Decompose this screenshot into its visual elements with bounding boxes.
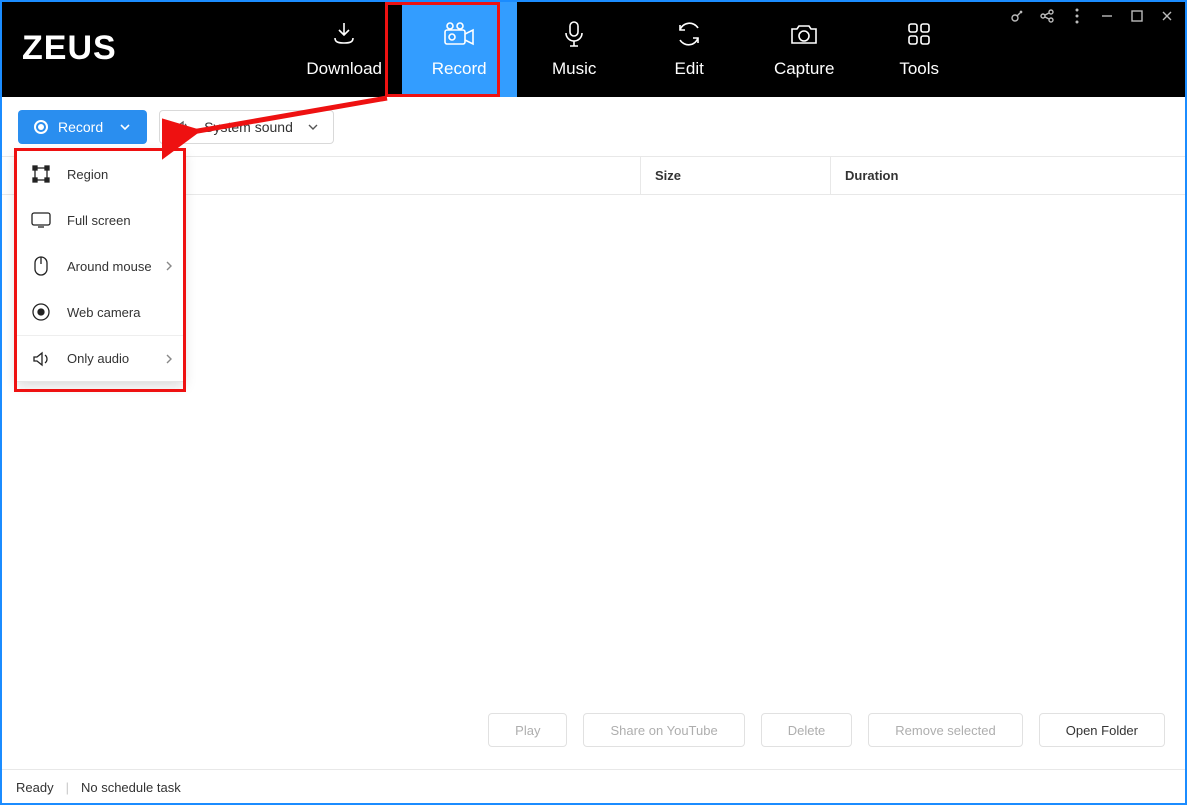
- apps-icon: [906, 19, 932, 49]
- camera-icon: [789, 19, 819, 49]
- bottom-actions: Play Share on YouTube Delete Remove sele…: [488, 713, 1165, 747]
- region-icon: [31, 165, 51, 183]
- window-controls: [1007, 6, 1177, 26]
- maximize-button[interactable]: [1127, 6, 1147, 26]
- nav-label: Download: [306, 59, 382, 79]
- app-header: ZEUS Download Record: [0, 0, 1187, 97]
- nav-music[interactable]: Music: [517, 0, 632, 97]
- menu-item-label: Around mouse: [67, 259, 152, 274]
- menu-item-label: Only audio: [67, 351, 129, 366]
- audio-icon: [31, 350, 51, 368]
- main-nav: Download Record Music: [287, 0, 977, 97]
- share-youtube-button[interactable]: Share on YouTube: [583, 713, 744, 747]
- menu-item-label: Full screen: [67, 213, 131, 228]
- key-icon[interactable]: [1007, 6, 1027, 26]
- open-folder-button[interactable]: Open Folder: [1039, 713, 1165, 747]
- nav-label: Record: [432, 59, 487, 79]
- separator: |: [66, 780, 69, 795]
- column-duration[interactable]: Duration: [830, 157, 1187, 194]
- camcorder-icon: [442, 19, 476, 49]
- share-icon[interactable]: [1037, 6, 1057, 26]
- menu-item-fullscreen[interactable]: Full screen: [17, 197, 183, 243]
- record-button[interactable]: Record: [18, 110, 147, 144]
- menu-icon[interactable]: [1067, 6, 1087, 26]
- menu-item-region[interactable]: Region: [17, 151, 183, 197]
- app-logo: ZEUS: [22, 29, 117, 68]
- sound-source-label: System sound: [204, 119, 293, 135]
- status-bar: Ready | No schedule task: [0, 769, 1187, 805]
- nav-label: Capture: [774, 59, 834, 79]
- chevron-right-icon: [165, 260, 173, 272]
- status-ready: Ready: [16, 780, 54, 795]
- nav-edit[interactable]: Edit: [632, 0, 747, 97]
- nav-download[interactable]: Download: [287, 0, 402, 97]
- nav-record[interactable]: Record: [402, 0, 517, 97]
- nav-capture[interactable]: Capture: [747, 0, 862, 97]
- nav-label: Edit: [675, 59, 704, 79]
- fullscreen-icon: [31, 212, 51, 228]
- menu-item-web-camera[interactable]: Web camera: [17, 289, 183, 335]
- toolbar: Record System sound: [0, 97, 1187, 157]
- chevron-down-icon: [307, 121, 319, 133]
- chevron-down-icon: [119, 121, 131, 133]
- remove-selected-button[interactable]: Remove selected: [868, 713, 1022, 747]
- microphone-icon: [562, 19, 586, 49]
- menu-item-only-audio[interactable]: Only audio: [17, 335, 183, 381]
- download-icon: [330, 19, 358, 49]
- mouse-icon: [31, 256, 51, 276]
- delete-button[interactable]: Delete: [761, 713, 853, 747]
- chevron-right-icon: [165, 353, 173, 365]
- menu-item-label: Region: [67, 167, 108, 182]
- menu-item-around-mouse[interactable]: Around mouse: [17, 243, 183, 289]
- webcam-icon: [31, 303, 51, 321]
- menu-item-label: Web camera: [67, 305, 140, 320]
- speaker-icon: [174, 119, 190, 135]
- nav-label: Music: [552, 59, 596, 79]
- refresh-icon: [675, 19, 703, 49]
- sound-source-select[interactable]: System sound: [159, 110, 334, 144]
- nav-label: Tools: [899, 59, 939, 79]
- close-button[interactable]: [1157, 6, 1177, 26]
- record-dot-icon: [34, 120, 48, 134]
- status-schedule: No schedule task: [81, 780, 181, 795]
- record-dropdown-menu: Region Full screen Around mouse Web came…: [16, 150, 184, 382]
- record-button-label: Record: [58, 119, 103, 135]
- minimize-button[interactable]: [1097, 6, 1117, 26]
- column-size[interactable]: Size: [640, 157, 830, 194]
- nav-tools[interactable]: Tools: [862, 0, 977, 97]
- play-button[interactable]: Play: [488, 713, 567, 747]
